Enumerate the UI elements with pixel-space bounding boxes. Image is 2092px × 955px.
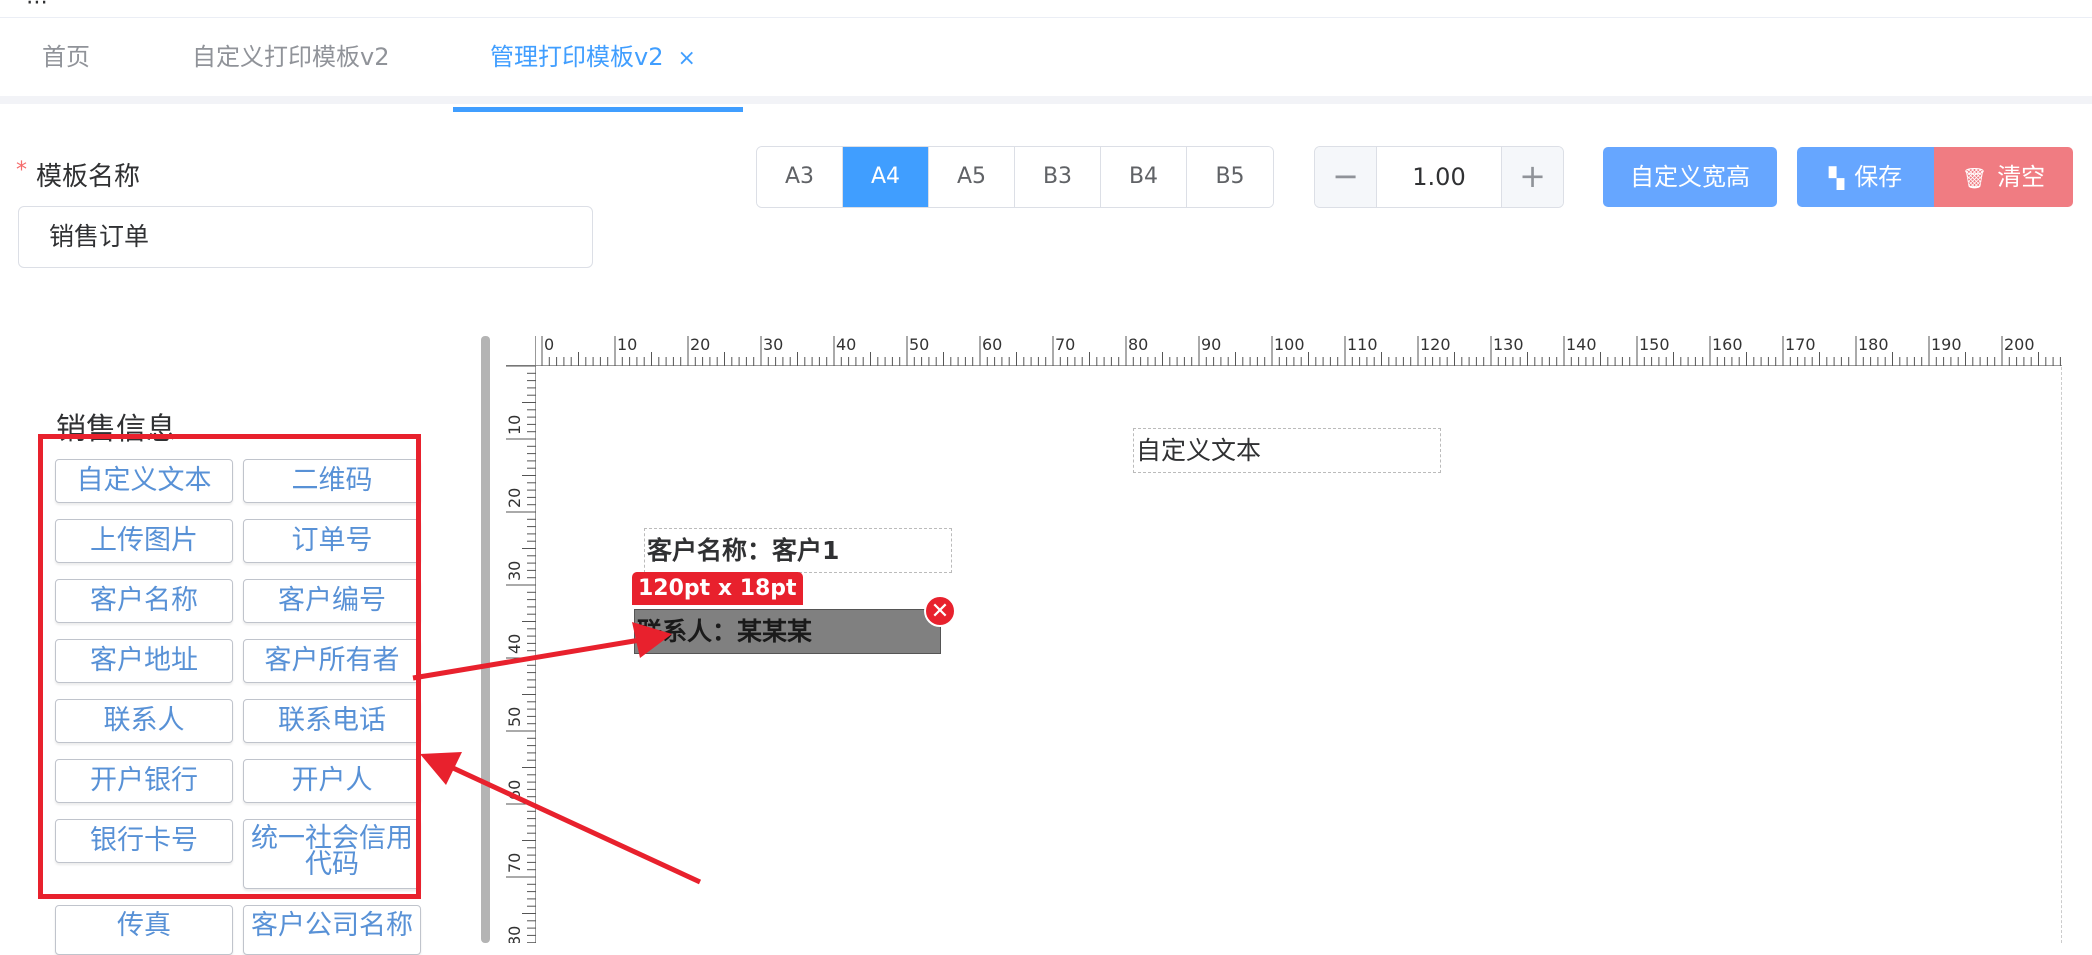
- horizontal-ruler-ticks: 0 10 20 30 40 50 60 70 80 90 100 110 120 130 140 150 160…: [541, 335, 2076, 366]
- element-size-badge: 120pt x 18pt: [632, 572, 803, 605]
- paper-b4-button[interactable]: B4: [1101, 147, 1187, 207]
- ruler-label: 190: [1931, 336, 1962, 354]
- ruler-label: 100: [1274, 336, 1305, 354]
- template-name-input[interactable]: 销售订单: [18, 206, 593, 268]
- clear-button[interactable]: 🗑 清空: [1934, 147, 2073, 207]
- required-mark: *: [16, 158, 27, 183]
- tab-manage-print-template[interactable]: 管理打印模板v2 ×: [470, 18, 716, 96]
- component-fax[interactable]: 传真: [55, 905, 233, 955]
- ruler-label: 80: [506, 926, 524, 943]
- vertical-ruler: 10 20 30 40 50 60 70 80: [505, 336, 536, 951]
- ruler-label: 30: [506, 561, 524, 581]
- tab-label: 自定义打印模板v2: [192, 43, 390, 71]
- ruler-label: 0: [544, 336, 554, 354]
- tab-bar-shadow: [0, 96, 2092, 104]
- ruler-label: 50: [909, 336, 929, 354]
- tab-bar: 首页 自定义打印模板v2 管理打印模板v2 ×: [0, 18, 2092, 112]
- canvas-customer-name-element[interactable]: 客户名称：客户1: [644, 528, 952, 573]
- panel-resize-handle[interactable]: [481, 336, 490, 943]
- clear-label: 清空: [1997, 163, 2046, 191]
- ruler-label: 80: [1128, 336, 1148, 354]
- ruler-label: 30: [763, 336, 783, 354]
- paper-b5-button[interactable]: B5: [1187, 147, 1273, 207]
- paper-size-group: A3 A4 A5 B3 B4 B5: [756, 146, 1274, 208]
- zoom-value-input[interactable]: 1.00: [1377, 147, 1501, 207]
- ruler-label: 60: [982, 336, 1002, 354]
- ruler-label: 150: [1639, 336, 1670, 354]
- close-icon[interactable]: ×: [677, 20, 695, 98]
- trash-icon: 🗑: [1961, 166, 1988, 190]
- canvas-custom-text-element[interactable]: 自定义文本: [1133, 428, 1441, 473]
- ruler-label: 110: [1347, 336, 1378, 354]
- ruler-label: 180: [1858, 336, 1889, 354]
- tab-custom-print-template[interactable]: 自定义打印模板v2: [172, 18, 409, 96]
- ruler-label: 20: [506, 488, 524, 508]
- template-name-label: 模板名称: [36, 162, 141, 192]
- zoom-stepper: − 1.00 +: [1314, 146, 1564, 208]
- ruler-label: 70: [1055, 336, 1075, 354]
- ruler-label: 90: [1201, 336, 1221, 354]
- save-icon: ▚: [1828, 166, 1845, 190]
- ruler-label: 170: [1785, 336, 1816, 354]
- top-bar: ⋯: [0, 0, 2092, 18]
- ruler-label: 50: [506, 707, 524, 727]
- ruler-label: 200: [2004, 336, 2035, 354]
- custom-size-button[interactable]: 自定义宽高: [1603, 147, 1777, 207]
- ruler-label: 10: [506, 415, 524, 435]
- zoom-increase-button[interactable]: +: [1501, 147, 1563, 207]
- component-customer-company[interactable]: 客户公司名称: [243, 905, 421, 955]
- annotation-arrow-head: [420, 752, 462, 785]
- paper-a5-button[interactable]: A5: [929, 147, 1015, 207]
- ruler-label: 130: [1493, 336, 1524, 354]
- zoom-decrease-button[interactable]: −: [1315, 147, 1377, 207]
- ruler-label: 10: [617, 336, 637, 354]
- horizontal-ruler: 0 10 20 30 40 50 60 70 80 90 100 110 120 130 140 150 160…: [506, 335, 2076, 366]
- tab-label: 首页: [42, 43, 90, 71]
- tab-home[interactable]: 首页: [22, 18, 110, 96]
- menu-icon[interactable]: ⋯: [26, 0, 48, 15]
- ruler-label: 160: [1712, 336, 1743, 354]
- custom-size-label: 自定义宽高: [1630, 163, 1750, 191]
- ruler-label: 40: [836, 336, 856, 354]
- annotation-highlight-box: [38, 434, 421, 899]
- ruler-label: 40: [506, 634, 524, 654]
- ruler-label: 140: [1566, 336, 1597, 354]
- save-button[interactable]: ▚ 保存: [1797, 147, 1934, 207]
- vertical-ruler-ticks: 10 20 30 40 50 60 70 80: [505, 365, 536, 951]
- paper-a4-button[interactable]: A4: [843, 147, 929, 207]
- active-tab-indicator: [453, 107, 743, 112]
- save-label: 保存: [1854, 163, 1903, 191]
- remove-element-icon[interactable]: ✕: [924, 595, 956, 627]
- ruler-label: 70: [506, 853, 524, 873]
- ruler-label: 120: [1420, 336, 1451, 354]
- ruler-label: 20: [690, 336, 710, 354]
- tab-label: 管理打印模板v2: [490, 43, 664, 71]
- paper-b3-button[interactable]: B3: [1015, 147, 1101, 207]
- paper-a3-button[interactable]: A3: [757, 147, 843, 207]
- canvas-contact-element-selected[interactable]: 联系人：某某某: [634, 609, 941, 654]
- ruler-label: 60: [506, 780, 524, 800]
